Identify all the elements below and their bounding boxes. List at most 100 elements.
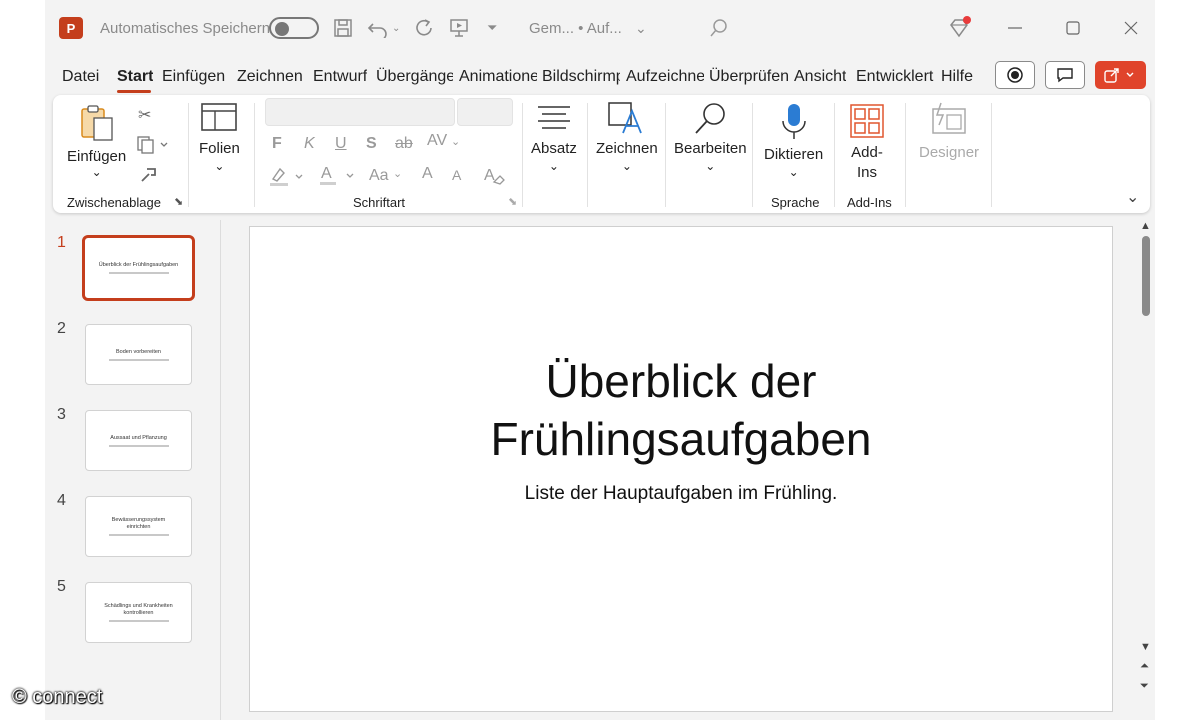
slide-canvas[interactable]: Überblick der Frühlingsaufgaben Liste de… [249, 226, 1113, 712]
comments-button[interactable] [1045, 61, 1085, 89]
title-bar: P Automatisches Speichern ⌄ ⏷ Gem... • A… [45, 0, 1155, 56]
highlight-color-icon[interactable] [268, 165, 306, 187]
bold-button[interactable]: F [272, 135, 282, 153]
close-icon[interactable] [1123, 0, 1139, 56]
right-margin [1155, 0, 1200, 720]
premium-diamond-icon[interactable] [947, 0, 971, 56]
draw-label: Zeichnen [596, 140, 658, 157]
change-case-button[interactable]: Aa [369, 167, 389, 185]
cut-icon[interactable]: ✂ [138, 105, 151, 125]
clipboard-dialog-launcher-icon[interactable]: ⬊ [174, 195, 183, 208]
font-size-dropdown[interactable] [457, 98, 513, 126]
clipboard-group-label: Zwischenablage [67, 195, 161, 210]
scroll-up-icon[interactable]: ▲ [1140, 220, 1151, 232]
designer-label: Designer [919, 144, 980, 161]
paragraph-dropdown-icon: ⌄ [548, 159, 559, 173]
designer-button[interactable]: Designer [919, 101, 979, 163]
shadow-text-button[interactable]: S [366, 135, 377, 153]
font-color-icon[interactable]: A [319, 163, 357, 187]
separator [905, 103, 906, 207]
clear-formatting-icon[interactable]: A [483, 164, 505, 186]
grow-font-button[interactable]: A [422, 165, 433, 183]
undo-icon[interactable] [367, 0, 389, 56]
draw-button[interactable]: Zeichnen ⌄ [596, 101, 658, 173]
tab-start[interactable]: Start [117, 66, 153, 90]
italic-button[interactable]: K [304, 135, 315, 153]
next-slide-icon[interactable]: ⏷ [1140, 680, 1149, 693]
minimize-icon[interactable] [1007, 0, 1023, 56]
tab-ansicht[interactable]: Ansicht [794, 66, 846, 90]
title-dropdown-icon[interactable]: ⌄ [635, 0, 647, 56]
paste-button[interactable]: Einfügen ⌄ [67, 103, 126, 179]
slide-thumbnail-4[interactable]: Bewässerungssystem einrichten [85, 496, 192, 557]
search-magnifier-icon [695, 103, 726, 134]
dictate-button[interactable]: Diktieren ⌄ [764, 103, 823, 179]
tab-hilfe[interactable]: Hilfe [941, 66, 973, 90]
thumbnail-subtitle-line [108, 358, 169, 361]
document-title[interactable]: Gem... • Auf... [529, 0, 622, 56]
slide-thumbnail-5[interactable]: Schädlings und Krankheiten kontrollieren [85, 582, 192, 643]
scroll-down-icon[interactable]: ▼ [1140, 641, 1151, 653]
tab-einfuegen[interactable]: Einfügen [162, 66, 225, 90]
slide-thumbnail-3[interactable]: Aussaat und Pflanzung [85, 410, 192, 471]
save-icon[interactable] [333, 0, 353, 56]
case-dropdown-icon[interactable]: ⌄ [393, 167, 402, 180]
slide-layout-icon [201, 103, 238, 131]
tab-entwurf[interactable]: Entwurf [313, 66, 367, 90]
panel-divider [220, 220, 221, 720]
copy-icon[interactable] [136, 135, 170, 155]
slide-subtitle[interactable]: Liste der Hauptaufgaben im Frühling. [250, 483, 1112, 505]
strikethrough-button[interactable]: ab [395, 135, 413, 153]
tab-animationen[interactable]: Animationen [459, 66, 537, 90]
shrink-font-button[interactable]: A [452, 167, 461, 183]
tab-zeichnen[interactable]: Zeichnen [237, 66, 303, 90]
share-button[interactable] [1095, 61, 1146, 89]
editing-label: Bearbeiten [674, 140, 747, 157]
undo-dropdown-icon[interactable]: ⌄ [392, 0, 400, 56]
search-icon[interactable] [709, 0, 729, 56]
thumbnail-title: Bewässerungssystem einrichten [111, 517, 166, 530]
tab-aufzeichnen[interactable]: Aufzeichnen [626, 66, 704, 90]
character-spacing-button[interactable]: AV [427, 132, 447, 150]
designer-icon [932, 102, 966, 134]
tab-ueberpruefen[interactable]: Überprüfen [709, 66, 788, 90]
tab-datei[interactable]: Datei [62, 66, 99, 90]
record-button[interactable] [995, 61, 1035, 89]
tab-bildschirmpraesentation[interactable]: Bildschirmpräsentation [542, 66, 620, 90]
present-icon[interactable] [449, 0, 469, 56]
dictate-label: Diktieren [764, 146, 824, 163]
slide-number: 1 [57, 234, 66, 251]
ribbon-expand-icon[interactable]: ⌄ [1126, 187, 1139, 207]
underline-button[interactable]: U [335, 135, 347, 153]
tab-entwicklertools[interactable]: Entwicklertools [856, 66, 934, 90]
addins-button[interactable]: Add- Ins [849, 103, 885, 183]
spacing-dropdown-icon[interactable]: ⌄ [451, 135, 460, 148]
customize-toolbar-icon[interactable]: ⏷ [487, 0, 497, 56]
slide-number: 4 [57, 492, 66, 509]
font-dialog-launcher-icon[interactable]: ⬊ [508, 195, 517, 208]
separator [834, 103, 835, 207]
svg-text:A: A [484, 167, 495, 184]
vertical-scrollbar-thumb[interactable] [1142, 236, 1150, 316]
redo-icon[interactable] [413, 0, 435, 56]
previous-slide-icon[interactable]: ⏶ [1140, 660, 1149, 673]
clipboard-paste-icon [80, 105, 113, 141]
slide-number: 3 [57, 406, 66, 423]
slide-thumbnail-2[interactable]: Boden vorbereiten [85, 324, 192, 385]
autosave-toggle[interactable] [269, 17, 319, 39]
svg-text:A: A [321, 165, 332, 182]
slide-thumbnail-1[interactable]: Überblick der Frühlingsaufgaben [82, 235, 195, 301]
paragraph-button[interactable]: Absatz ⌄ [531, 103, 577, 173]
maximize-icon[interactable] [1065, 0, 1081, 56]
tab-uebergaenge[interactable]: Übergänge [376, 66, 453, 90]
editing-button[interactable]: Bearbeiten ⌄ [674, 101, 747, 173]
thumbnail-title: Boden vorbereiten [116, 348, 161, 355]
thumbnail-subtitle-line [108, 620, 169, 622]
dictate-dropdown-icon: ⌄ [788, 165, 799, 179]
new-slide-button[interactable]: Folien ⌄ [199, 103, 240, 173]
autosave-label: Automatisches Speichern [100, 19, 271, 37]
slide-title[interactable]: Überblick der Frühlingsaufgaben [250, 352, 1112, 468]
font-family-dropdown[interactable] [265, 98, 455, 126]
format-painter-icon[interactable] [138, 165, 158, 185]
addins-label: Add- Ins [851, 144, 883, 181]
